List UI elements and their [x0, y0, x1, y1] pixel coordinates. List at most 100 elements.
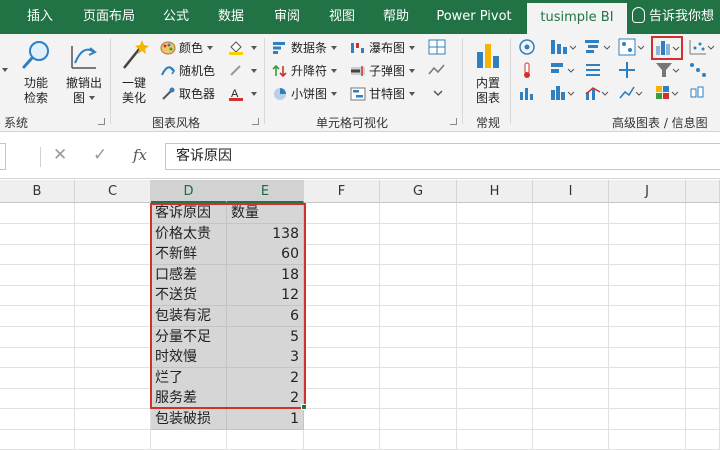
count-cell[interactable]: 1 — [227, 409, 304, 431]
reason-cell[interactable]: 服务差 — [151, 388, 227, 410]
count-cell[interactable]: 5 — [227, 326, 304, 348]
empty-cell[interactable] — [75, 223, 151, 245]
empty-cell[interactable] — [304, 244, 380, 266]
mini-bars-icon[interactable] — [518, 84, 536, 102]
random-color-button[interactable]: 随机色 — [160, 61, 215, 81]
empty-cell[interactable] — [380, 326, 457, 348]
empty-cell[interactable] — [457, 203, 533, 225]
color-button[interactable]: 颜色 — [160, 38, 214, 58]
count-cell[interactable]: 2 — [227, 367, 304, 389]
empty-cell[interactable] — [0, 223, 75, 245]
cross-chart-icon[interactable] — [618, 61, 644, 79]
empty-cell[interactable] — [457, 429, 533, 450]
empty-cell[interactable] — [75, 367, 151, 389]
empty-cell[interactable] — [0, 203, 75, 225]
empty-cell[interactable] — [0, 285, 75, 307]
empty-cell[interactable] — [304, 326, 380, 348]
empty-cell[interactable] — [457, 223, 533, 245]
empty-cell[interactable] — [609, 326, 686, 348]
empty-cell[interactable] — [380, 429, 457, 450]
empty-cell[interactable] — [75, 409, 151, 431]
empty-cell[interactable] — [686, 409, 720, 431]
empty-cell[interactable] — [533, 306, 609, 328]
empty-cell[interactable] — [380, 347, 457, 369]
empty-cell[interactable] — [533, 285, 609, 307]
empty-cell[interactable] — [380, 244, 457, 266]
empty-cell[interactable] — [75, 285, 151, 307]
reason-cell[interactable]: 口感差 — [151, 264, 227, 286]
matrix-chart-icon[interactable] — [618, 38, 644, 56]
function-icon[interactable]: fx — [133, 146, 147, 164]
column-header-e[interactable]: E — [227, 180, 304, 203]
empty-cell[interactable] — [609, 306, 686, 328]
chevron-down-icon[interactable] — [428, 85, 448, 101]
empty-cell[interactable] — [533, 367, 609, 389]
empty-cell[interactable] — [609, 367, 686, 389]
empty-cell[interactable] — [380, 367, 457, 389]
empty-cell[interactable] — [457, 306, 533, 328]
empty-cell[interactable] — [686, 264, 720, 286]
tab-insert[interactable]: 插入 — [12, 0, 68, 34]
line-chart-icon[interactable] — [618, 84, 644, 102]
empty-cell[interactable] — [75, 306, 151, 328]
count-cell[interactable]: 60 — [227, 244, 304, 266]
empty-cell[interactable] — [304, 264, 380, 286]
bullet-chart-button[interactable]: 子弹图 — [350, 61, 416, 81]
empty-cell[interactable] — [75, 244, 151, 266]
scatter-chart-icon[interactable] — [688, 38, 714, 56]
data-bar-button[interactable]: 数据条 — [272, 38, 338, 58]
empty-cell[interactable] — [0, 429, 75, 450]
column-header-k[interactable] — [686, 180, 720, 203]
empty-cell[interactable] — [0, 244, 75, 266]
reason-cell[interactable]: 客诉原因 — [151, 203, 227, 225]
beautify-button[interactable]: 一键 美化 — [116, 38, 152, 106]
enter-icon[interactable]: ✓ — [93, 145, 107, 165]
empty-cell[interactable] — [304, 223, 380, 245]
bar-range-icon[interactable] — [550, 38, 576, 56]
empty-cell[interactable] — [0, 306, 75, 328]
empty-cell[interactable] — [151, 429, 227, 450]
empty-cell[interactable] — [457, 326, 533, 348]
empty-cell[interactable] — [304, 388, 380, 410]
cancel-icon[interactable]: ✕ — [53, 145, 67, 165]
empty-cell[interactable] — [0, 347, 75, 369]
empty-cell[interactable] — [609, 203, 686, 225]
radar-chart-icon[interactable] — [518, 38, 536, 56]
group-launcher-icon[interactable] — [450, 118, 457, 125]
empty-cell[interactable] — [380, 409, 457, 431]
empty-cell[interactable] — [609, 264, 686, 286]
empty-cell[interactable] — [533, 203, 609, 225]
icon-set-icon[interactable] — [428, 39, 448, 55]
empty-cell[interactable] — [0, 264, 75, 286]
reason-cell[interactable]: 烂了 — [151, 367, 227, 389]
combo-chart-icon[interactable] — [584, 84, 610, 102]
lines-list-icon[interactable] — [584, 61, 610, 79]
empty-cell[interactable] — [533, 409, 609, 431]
empty-cell[interactable] — [686, 388, 720, 410]
empty-cell[interactable] — [609, 429, 686, 450]
count-cell[interactable]: 数量 — [227, 203, 304, 225]
column-header-i[interactable]: I — [533, 180, 609, 203]
empty-cell[interactable] — [380, 264, 457, 286]
count-cell[interactable]: 6 — [227, 306, 304, 328]
column-header-b[interactable]: B — [0, 180, 75, 203]
empty-cell[interactable] — [75, 347, 151, 369]
empty-cell[interactable] — [457, 264, 533, 286]
builtin-chart-button[interactable]: 内置 图表 — [470, 38, 506, 106]
empty-cell[interactable] — [686, 429, 720, 450]
column-header-j[interactable]: J — [609, 180, 686, 203]
column-header-f[interactable]: F — [304, 180, 380, 203]
empty-cell[interactable] — [609, 409, 686, 431]
formula-input[interactable]: 客诉原因 — [165, 143, 720, 170]
empty-cell[interactable] — [609, 388, 686, 410]
empty-cell[interactable] — [75, 388, 151, 410]
function-search-button[interactable]: 功能 检索 — [18, 38, 54, 106]
reason-cell[interactable]: 不新鲜 — [151, 244, 227, 266]
tab-power-pivot[interactable]: Power Pivot — [428, 0, 520, 34]
count-cell[interactable]: 3 — [227, 347, 304, 369]
stacked-bar-icon[interactable] — [550, 61, 576, 79]
empty-cell[interactable] — [457, 244, 533, 266]
tell-me-box[interactable]: 告诉我你想 — [632, 0, 714, 34]
reason-cell[interactable]: 包装破损 — [151, 409, 227, 431]
line-color-button[interactable] — [228, 61, 257, 81]
